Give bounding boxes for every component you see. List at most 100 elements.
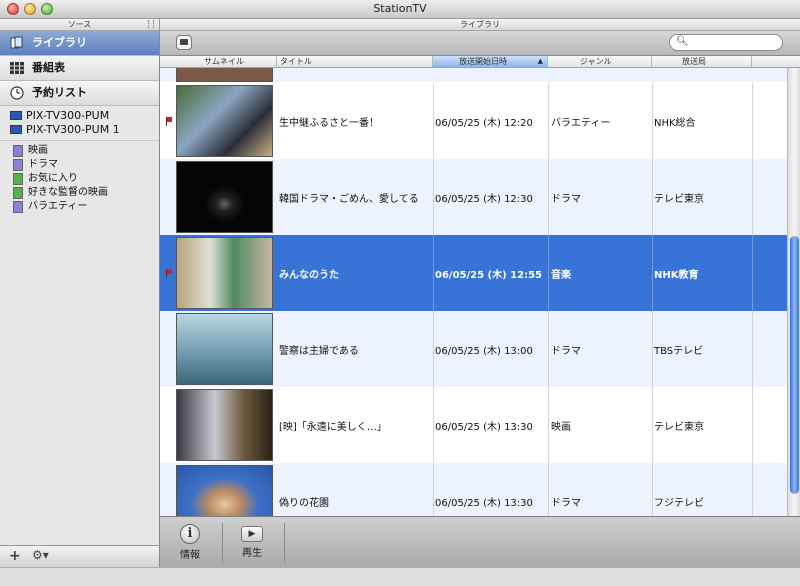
- folder-label: 映画: [28, 145, 48, 156]
- station-cell: テレビ東京: [654, 193, 704, 205]
- monitor-icon: [10, 125, 22, 134]
- play-button[interactable]: ▶ 再生: [227, 520, 277, 566]
- column-header-title[interactable]: タイトル: [277, 56, 433, 67]
- title-cell: みんなのうた: [279, 269, 339, 281]
- info-button[interactable]: i 情報: [165, 520, 215, 566]
- column-header-thumbnail[interactable]: サムネイル: [160, 56, 277, 67]
- column-header-label: 放送局: [682, 57, 706, 66]
- datetime-cell: 06/05/25 (木) 13:00: [435, 345, 533, 357]
- sidebar-item-label: 番組表: [32, 61, 65, 74]
- folder-item[interactable]: ドラマ: [0, 158, 159, 172]
- clock-icon: [10, 86, 24, 100]
- column-header-label: サムネイル: [204, 57, 244, 66]
- genre-cell: 映画: [551, 421, 571, 433]
- window-footer: [0, 567, 800, 586]
- library-table: 生中継ふるさと一番！ 06/05/25 (木) 12:20 バラエティー NHK…: [160, 68, 787, 516]
- table-row[interactable]: 生中継ふるさと一番！ 06/05/25 (木) 12:20 バラエティー NHK…: [160, 83, 787, 159]
- folder-label: ドラマ: [28, 159, 58, 170]
- device-list: PIX-TV300-PUM PIX-TV300-PUM 1 映画 ドラマ お気に…: [0, 109, 159, 214]
- sidebar-item-program-guide[interactable]: 番組表: [0, 55, 159, 81]
- toolbar: 🔍︎: [160, 31, 800, 56]
- sidebar: ライブラリ 番組表 予約リスト PIX-TV300-PUM PIX-TV300-…: [0, 31, 160, 545]
- genre-cell: バラエティー: [551, 117, 611, 129]
- station-cell: NHK教育: [654, 269, 699, 281]
- sidebar-item-library[interactable]: ライブラリ: [0, 31, 159, 55]
- play-icon: ▶: [241, 526, 263, 542]
- scrollbar-thumb[interactable]: [790, 236, 799, 494]
- program-guide-icon: [10, 62, 24, 74]
- table-header: サムネイル タイトル 放送開始日時 ▲ ジャンル 放送局: [160, 56, 800, 68]
- library-header: ライブラリ: [160, 19, 800, 31]
- folder-label: バラエティー: [28, 201, 88, 212]
- datetime-cell: 06/05/25 (木) 12:55: [435, 269, 542, 281]
- thumbnail-image: [176, 161, 273, 233]
- info-icon: i: [180, 524, 200, 544]
- window-title: StationTV: [373, 2, 427, 15]
- smart-folder-icon: [13, 201, 23, 213]
- monitor-icon: [10, 111, 22, 120]
- sort-ascending-icon: ▲: [537, 57, 543, 65]
- genre-cell: ドラマ: [551, 497, 581, 509]
- tv-view-button[interactable]: [176, 35, 192, 50]
- sidebar-item-label: 予約リスト: [32, 86, 87, 99]
- smart-folder-icon: [13, 159, 23, 171]
- divider: [0, 140, 159, 141]
- device-item[interactable]: PIX-TV300-PUM 1: [0, 123, 159, 137]
- gear-icon[interactable]: ⚙▾: [32, 548, 49, 562]
- source-header-label: ソース: [67, 20, 92, 29]
- device-label: PIX-TV300-PUM: [26, 109, 110, 122]
- column-header-station[interactable]: 放送局: [652, 56, 752, 67]
- folder-label: お気に入り: [28, 173, 78, 184]
- search-field[interactable]: 🔍︎: [669, 34, 783, 51]
- source-header: ソース: [0, 19, 160, 31]
- column-header-datetime[interactable]: 放送開始日時 ▲: [433, 56, 548, 67]
- table-row[interactable]: [160, 68, 787, 82]
- column-header-label: ジャンル: [580, 57, 612, 66]
- folder-item[interactable]: バラエティー: [0, 200, 159, 214]
- table-row[interactable]: 警察は主婦である 06/05/25 (木) 13:00 ドラマ TBSテレビ: [160, 311, 787, 387]
- title-bar: StationTV: [0, 0, 800, 19]
- info-button-label: 情報: [180, 550, 200, 561]
- genre-cell: ドラマ: [551, 345, 581, 357]
- splitter-grip-icon[interactable]: [148, 20, 154, 28]
- thumbnail-image: [176, 389, 273, 461]
- sidebar-item-label: ライブラリ: [32, 36, 87, 49]
- station-cell: フジテレビ: [654, 497, 704, 509]
- search-icon: 🔍︎: [676, 36, 689, 47]
- flag-icon: [166, 117, 172, 126]
- smart-folder-icon: [13, 145, 23, 157]
- sidebar-item-reservation-list[interactable]: 予約リスト: [0, 80, 159, 106]
- datetime-cell: 06/05/25 (木) 13:30: [435, 421, 533, 433]
- vertical-scrollbar[interactable]: [787, 68, 800, 516]
- thumbnail-image: [176, 465, 273, 516]
- title-cell: 韓国ドラマ・ごめん、愛してる: [279, 193, 419, 205]
- folder-item[interactable]: お気に入り: [0, 172, 159, 186]
- bottom-toolbar: i 情報 ▶ 再生: [160, 516, 800, 568]
- folder-icon: [13, 173, 23, 185]
- datetime-cell: 06/05/25 (木) 12:20: [435, 117, 533, 129]
- title-cell: 生中継ふるさと一番！: [279, 117, 379, 129]
- device-item[interactable]: PIX-TV300-PUM: [0, 109, 159, 123]
- table-row-selected[interactable]: みんなのうた 06/05/25 (木) 12:55 音楽 NHK教育: [160, 235, 787, 311]
- add-icon[interactable]: +: [9, 548, 21, 564]
- folder-item[interactable]: 好きな監督の映画: [0, 186, 159, 200]
- station-cell: NHK総合: [654, 117, 696, 129]
- datetime-cell: 06/05/25 (木) 12:30: [435, 193, 533, 205]
- search-input[interactable]: [690, 36, 782, 51]
- divider: [222, 523, 223, 563]
- sidebar-bottom-bar: + ⚙▾: [0, 545, 160, 568]
- genre-cell: ドラマ: [551, 193, 581, 205]
- thumbnail-image: [176, 313, 273, 385]
- device-label: PIX-TV300-PUM 1: [26, 123, 120, 136]
- table-row[interactable]: 偽りの花園 06/05/25 (木) 13:30 ドラマ フジテレビ: [160, 463, 787, 516]
- station-cell: テレビ東京: [654, 421, 704, 433]
- thumbnail-image: [176, 237, 273, 309]
- genre-cell: 音楽: [551, 269, 571, 281]
- station-cell: TBSテレビ: [654, 345, 704, 357]
- play-button-label: 再生: [242, 548, 262, 559]
- title-cell: 偽りの花園: [279, 497, 329, 509]
- table-row[interactable]: 韓国ドラマ・ごめん、愛してる 06/05/25 (木) 12:30 ドラマ テレ…: [160, 159, 787, 235]
- column-header-genre[interactable]: ジャンル: [548, 56, 652, 67]
- table-row[interactable]: [映]「永遠に美しく…」 06/05/25 (木) 13:30 映画 テレビ東京: [160, 387, 787, 463]
- folder-item[interactable]: 映画: [0, 144, 159, 158]
